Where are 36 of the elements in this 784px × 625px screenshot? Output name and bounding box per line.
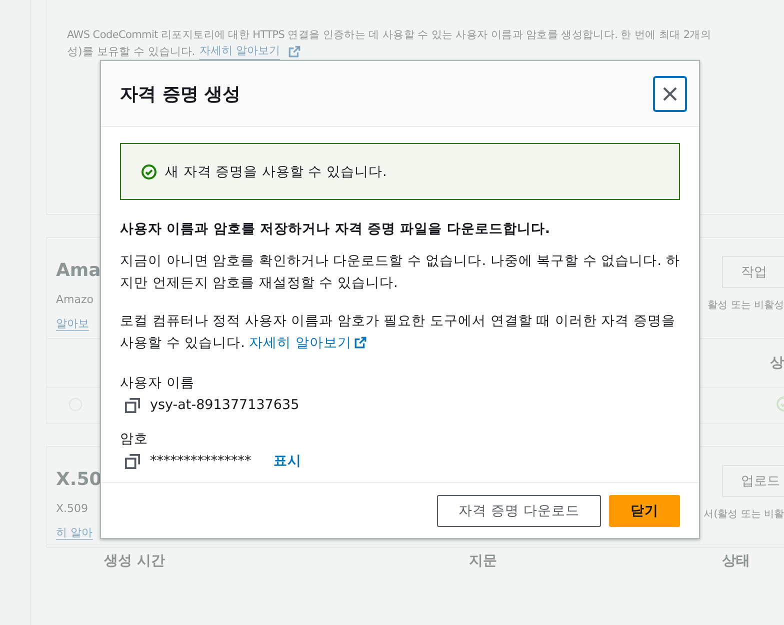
learn-more-link[interactable]: 자세히 알아보기 xyxy=(249,335,368,351)
column-header: 상태 xyxy=(722,552,750,570)
close-button[interactable] xyxy=(653,76,687,112)
column-header: 생성 시간 xyxy=(104,552,166,570)
copy-icon[interactable] xyxy=(125,398,140,412)
learn-more-link[interactable]: 알아보 xyxy=(56,317,89,331)
section-note: 서(활성 또는 비활 xyxy=(704,508,784,521)
section-title: Ama xyxy=(56,259,100,283)
usage-text: 로컬 컴퓨터나 정적 사용자 이름과 암호가 필요한 도구에서 연결할 때 이러한 자격 증명을 사용할 수 있습니다. 자세히 알아보기 xyxy=(120,312,676,353)
learn-more-link[interactable]: 히 알아 xyxy=(56,526,92,540)
description-text: AWS CodeCommit 리포지토리에 대한 HTTPS 연결을 인증하는 데 사용할 수 있는 사용자 이름과 암호를 생성합니다. 한 번에 최대 2개의 xyxy=(67,29,712,41)
section-description: Amazo xyxy=(56,292,94,308)
external-link-icon xyxy=(288,45,301,58)
show-link[interactable]: 표시 xyxy=(273,450,302,472)
field-value: ysy-at-891377137635 xyxy=(150,396,300,415)
column-header: 지문 xyxy=(469,552,498,570)
section-title: X.50 xyxy=(56,468,100,492)
check-circle-icon xyxy=(141,164,157,180)
column-header: 상 xyxy=(770,354,784,372)
warning-text: 지금이 아니면 암호를 확인하거나 다운로드할 수 없습니다. 나중에 복구할 수 없습니다. 하지만 언제든지 암호를 재설정할 수 있습니다. xyxy=(120,252,680,293)
alert-text: 새 자격 증명을 사용할 수 있습니다. xyxy=(165,162,387,182)
download-button[interactable]: 자격 증명 다운로드 xyxy=(437,495,601,527)
copy-icon[interactable] xyxy=(125,454,140,468)
description-text: 성)를 보유할 수 있습니다. xyxy=(67,44,196,60)
close-dialog-button[interactable]: 닫기 xyxy=(609,495,680,527)
field-value: *************** xyxy=(150,452,252,471)
field-label: 암호 xyxy=(120,430,149,449)
external-link-icon xyxy=(354,336,368,349)
section-note: 활성 또는 비활성 xyxy=(708,299,784,312)
close-icon xyxy=(662,86,678,102)
action-button[interactable]: 작업 xyxy=(722,256,784,288)
instruction-heading: 사용자 이름과 암호를 저장하거나 자격 증명 파일을 다운로드합니다. xyxy=(120,220,552,239)
action-button[interactable]: 업로드 xyxy=(722,465,784,497)
dialog-title: 자격 증명 생성 xyxy=(120,82,241,106)
field-label: 사용자 이름 xyxy=(120,374,196,393)
section-description: X.509 xyxy=(56,501,90,517)
